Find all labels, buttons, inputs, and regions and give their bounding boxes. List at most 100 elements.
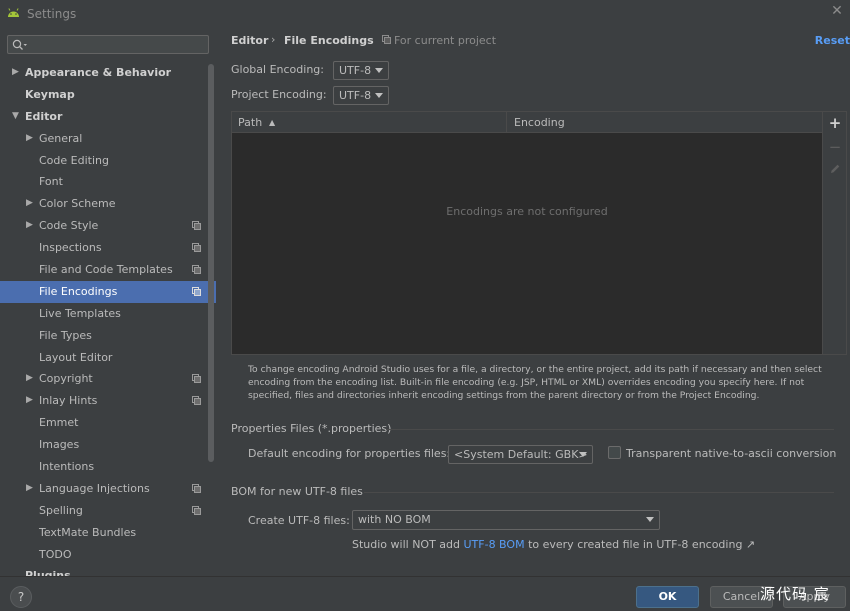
sidebar-item-appearance-behavior[interactable]: ▶ Appearance & Behavior [0, 62, 216, 84]
expand-arrow-icon[interactable]: ▶ [26, 215, 38, 237]
transparent-conversion-label[interactable]: Transparent native-to-ascii conversion [626, 447, 836, 460]
table-toolbar: + − [823, 111, 847, 355]
sidebar-item-file-types[interactable]: File Types [0, 325, 216, 347]
expand-arrow-icon[interactable]: ▶ [12, 62, 24, 84]
sidebar-item-copyright[interactable]: ▶ Copyright [0, 368, 216, 390]
edit-icon[interactable] [827, 162, 843, 178]
sidebar-item-file-encodings[interactable]: File Encodings [0, 280, 216, 303]
sidebar-item-live-templates[interactable]: Live Templates [0, 303, 216, 325]
bom-note-prefix: Studio will NOT add [352, 538, 464, 551]
expand-arrow-icon[interactable]: ▶ [26, 478, 38, 500]
project-scope-icon [192, 505, 201, 515]
window-title: Settings [27, 7, 77, 21]
settings-content: Editor › File Encodings For current proj… [216, 27, 850, 576]
project-scope-icon [192, 221, 201, 231]
search-icon [12, 39, 27, 50]
chevron-down-icon [375, 68, 383, 73]
collapse-arrow-icon[interactable]: ▼ [12, 106, 24, 128]
sidebar-item-images[interactable]: Images [0, 434, 216, 456]
sidebar-item-color-scheme[interactable]: ▶ Color Scheme [0, 193, 216, 215]
add-icon[interactable]: + [827, 115, 843, 131]
sidebar-item-code-style[interactable]: ▶ Code Style [0, 215, 216, 237]
create-utf8-select[interactable]: with NO BOM [352, 510, 660, 530]
sidebar-item-inlay-hints[interactable]: ▶ Inlay Hints [0, 390, 216, 412]
sidebar-item-file-code-templates[interactable]: File and Code Templates [0, 259, 216, 281]
sidebar-item-label: Copyright [39, 372, 93, 386]
sidebar-item-label: Images [39, 438, 80, 452]
column-header-path[interactable]: Path ▲ [232, 112, 507, 133]
column-encoding-label: Encoding [514, 116, 565, 129]
project-scope-icon [192, 243, 201, 253]
sidebar-item-plugins[interactable]: Plugins [0, 565, 216, 576]
sidebar-item-spelling[interactable]: Spelling [0, 500, 216, 522]
sidebar-item-label: Code Style [39, 219, 99, 233]
sidebar-item-label: Live Templates [39, 306, 121, 320]
section-divider [364, 492, 834, 493]
sidebar-item-editor[interactable]: ▼ Editor [0, 106, 216, 128]
transparent-conversion-checkbox[interactable] [608, 446, 621, 459]
expand-arrow-icon[interactable]: ▶ [26, 128, 38, 150]
dialog-footer: ? OK Cancel Apply [0, 576, 850, 611]
sidebar-item-label: Emmet [39, 416, 79, 430]
table-header: Path ▲ Encoding [232, 112, 822, 133]
scope-label-text: For current project [394, 34, 497, 47]
reset-link[interactable]: Reset [815, 34, 850, 47]
settings-tree: ▶ Appearance & Behavior Keymap ▼ Editor … [0, 62, 216, 576]
chevron-down-icon [375, 93, 383, 98]
project-scope-icon [382, 35, 391, 44]
global-encoding-select[interactable]: UTF-8 [333, 61, 389, 80]
breadcrumb-parent[interactable]: Editor [231, 34, 268, 47]
sidebar-item-label: Inlay Hints [39, 394, 98, 408]
column-header-encoding[interactable]: Encoding [508, 112, 565, 133]
sidebar-item-label: Layout Editor [39, 350, 113, 364]
sort-ascending-icon: ▲ [269, 118, 276, 127]
chevron-down-icon [579, 452, 587, 457]
sidebar-item-label: Inspections [39, 241, 102, 255]
expand-arrow-icon[interactable]: ▶ [26, 193, 38, 215]
sidebar-item-font[interactable]: Font [0, 171, 216, 193]
global-encoding-label: Global Encoding: [231, 63, 324, 76]
sidebar-item-code-editing[interactable]: Code Editing [0, 150, 216, 172]
page-title: File Encodings [284, 34, 374, 47]
ok-button[interactable]: OK [636, 586, 699, 608]
sidebar-item-keymap[interactable]: Keymap [0, 84, 216, 106]
bom-note: Studio will NOT add UTF-8 BOM to every c… [352, 538, 755, 551]
sidebar-item-inspections[interactable]: Inspections [0, 237, 216, 259]
expand-arrow-icon[interactable]: ▶ [26, 390, 38, 412]
sidebar-item-label: Color Scheme [39, 197, 116, 211]
sidebar-item-label: Font [39, 175, 63, 189]
properties-section-title: Properties Files (*.properties) [231, 422, 392, 435]
sidebar-item-label: TextMate Bundles [39, 525, 137, 539]
sidebar-item-general[interactable]: ▶ General [0, 128, 216, 150]
encodings-table[interactable]: Path ▲ Encoding Encodings are not config… [231, 111, 823, 355]
properties-encoding-select[interactable]: <System Default: GBK> [448, 445, 593, 464]
sidebar-scrollbar[interactable] [208, 64, 214, 462]
project-encoding-select[interactable]: UTF-8 [333, 86, 389, 105]
help-button[interactable]: ? [10, 586, 32, 608]
project-encoding-label: Project Encoding: [231, 88, 327, 101]
utf8-bom-link[interactable]: UTF-8 BOM [464, 538, 525, 551]
sidebar-item-label: TODO [39, 547, 72, 561]
scope-label: For current project [382, 34, 497, 47]
project-scope-icon [192, 286, 201, 296]
sidebar-item-todo[interactable]: TODO [0, 544, 216, 566]
sidebar-item-intentions[interactable]: Intentions [0, 456, 216, 478]
search-input[interactable] [7, 35, 209, 54]
settings-sidebar: ▶ Appearance & Behavior Keymap ▼ Editor … [0, 27, 216, 576]
close-icon[interactable]: ✕ [830, 4, 844, 18]
remove-icon[interactable]: − [827, 139, 843, 155]
create-utf8-label: Create UTF-8 files: [248, 514, 350, 527]
sidebar-item-layout-editor[interactable]: Layout Editor [0, 347, 216, 369]
sidebar-item-label: Spelling [39, 503, 83, 517]
project-encoding-value: UTF-8 [339, 89, 372, 102]
sidebar-item-label: Editor [25, 109, 63, 123]
breadcrumb-separator: › [271, 33, 276, 46]
project-scope-icon [192, 396, 201, 406]
title-bar: Settings ✕ [0, 0, 850, 27]
sidebar-item-textmate-bundles[interactable]: TextMate Bundles [0, 522, 216, 544]
sidebar-item-language-injections[interactable]: ▶ Language Injections [0, 478, 216, 500]
expand-arrow-icon[interactable]: ▶ [26, 368, 38, 390]
sidebar-item-label: General [39, 131, 83, 145]
sidebar-item-emmet[interactable]: Emmet [0, 412, 216, 434]
sidebar-item-label: Intentions [39, 460, 95, 474]
